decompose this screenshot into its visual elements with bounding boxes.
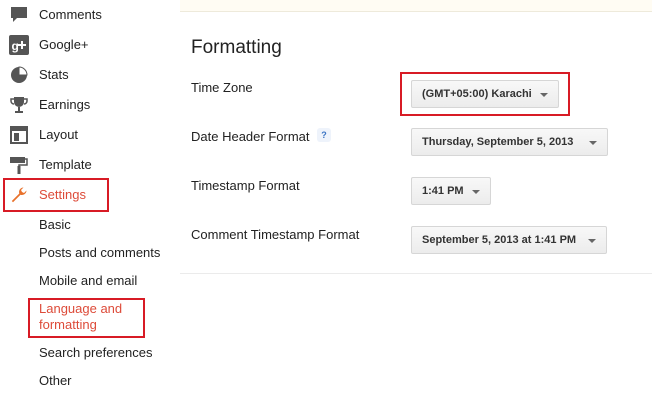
date-header-format-select[interactable]: Thursday, September 5, 2013 [411, 128, 608, 156]
timestamp-format-value: 1:41 PM [422, 185, 464, 197]
comments-icon [9, 5, 29, 25]
svg-text:g: g [12, 39, 19, 53]
layout-icon [9, 125, 29, 145]
sidebar-item-label: Earnings [39, 97, 91, 112]
language-formatting-highlight-box [28, 298, 145, 338]
sidebar-subitem-mobile-and-email[interactable]: Mobile and email [39, 273, 137, 288]
sidebar-subitem-posts-and-comments[interactable]: Posts and comments [39, 245, 160, 260]
sidebar-item-stats[interactable]: Stats [0, 60, 180, 90]
time-zone-value: (GMT+05:00) Karachi [422, 88, 532, 100]
comment-timestamp-format-select[interactable]: September 5, 2013 at 1:41 PM [411, 226, 607, 254]
help-icon[interactable]: ? [317, 128, 331, 142]
sidebar-item-earnings[interactable]: Earnings [0, 90, 180, 120]
sidebar-subitem-basic[interactable]: Basic [39, 217, 71, 232]
timestamp-format-label: Timestamp Format [191, 178, 300, 193]
sidebar-item-label: Google+ [39, 37, 89, 52]
date-header-format-value: Thursday, September 5, 2013 [422, 136, 574, 148]
date-header-format-label: Date Header Format [191, 129, 310, 144]
earnings-icon [9, 95, 29, 115]
sidebar-item-layout[interactable]: Layout [0, 120, 180, 150]
chevron-down-icon [540, 93, 548, 97]
chevron-down-icon [472, 190, 480, 194]
sidebar-subitem-other[interactable]: Other [39, 373, 72, 388]
time-zone-label: Time Zone [191, 80, 253, 95]
timestamp-format-select[interactable]: 1:41 PM [411, 177, 491, 205]
sidebar-item-template[interactable]: Template [0, 150, 180, 180]
settings-highlight-box [3, 178, 109, 212]
time-zone-select[interactable]: (GMT+05:00) Karachi [411, 80, 559, 108]
chevron-down-icon [588, 239, 596, 243]
sidebar-subitem-search-preferences[interactable]: Search preferences [39, 345, 152, 360]
top-notice-strip [180, 0, 652, 12]
section-divider [180, 273, 652, 274]
stats-icon [9, 65, 29, 85]
sidebar-item-label: Comments [39, 7, 102, 22]
sidebar-item-label: Layout [39, 127, 79, 142]
sidebar-item-google-plus[interactable]: g Google+ [0, 30, 180, 60]
chevron-down-icon [589, 141, 597, 145]
sidebar-item-label: Stats [39, 67, 69, 82]
sidebar-item-comments[interactable]: Comments [0, 0, 180, 30]
comment-timestamp-format-value: September 5, 2013 at 1:41 PM [422, 234, 577, 246]
google-plus-icon: g [9, 35, 29, 55]
comment-timestamp-format-label: Comment Timestamp Format [191, 227, 360, 242]
template-icon [9, 155, 29, 175]
page-title: Formatting [191, 37, 282, 58]
sidebar-item-label: Template [39, 157, 92, 172]
